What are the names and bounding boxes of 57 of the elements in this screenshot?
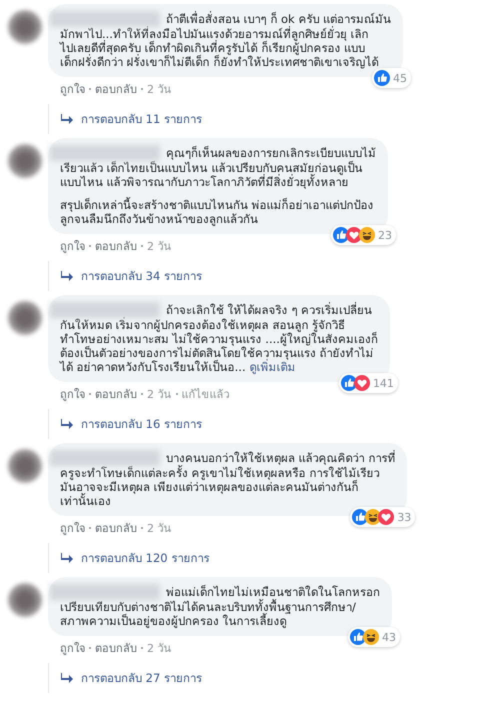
- reaction-count: 141: [372, 376, 394, 390]
- see-more-link[interactable]: ดูเพิ่มเติม: [249, 360, 296, 374]
- like-link[interactable]: ถูกใจ: [60, 237, 85, 255]
- reaction-count: 43: [382, 630, 396, 644]
- reaction-count: 45: [392, 72, 407, 84]
- reaction-count: 23: [378, 228, 392, 242]
- view-replies-link[interactable]: การตอบกลับ 16 รายการ: [61, 415, 202, 433]
- comment-text: พ่อแม่เด็กไทยไม่เหมือนชาติใดในโลกหรอก: [166, 585, 380, 599]
- reaction-badge[interactable]: 141: [338, 373, 398, 393]
- reaction-badge[interactable]: 45: [372, 68, 411, 88]
- reply-arrow-icon: [61, 271, 73, 281]
- comment-text: เปรียบเทียบกับต่างชาติไม่ได้คนละบริบททั้งพื้นฐานการศึกษา/ สภาพความเป็นอยู่ของผู้ปกครอง ในการเลี้ยงดู: [60, 600, 357, 628]
- reaction-count: 33: [397, 510, 412, 524]
- reply-arrow-icon: [61, 673, 73, 683]
- comment-text: คุณๆก็เห็นผลของการยกเลิกระเบียบแบบไม้: [166, 146, 376, 160]
- thumbs-up-icon: [340, 375, 357, 391]
- like-link[interactable]: ถูกใจ: [60, 385, 85, 403]
- timestamp[interactable]: 2 วัน: [147, 639, 172, 657]
- reaction-badge[interactable]: 43: [348, 627, 400, 647]
- reply-link[interactable]: ตอบกลับ: [95, 80, 137, 98]
- reply-link[interactable]: ตอบกลับ: [95, 639, 137, 657]
- comment-text: เรียวแล้ว เด็กไทยเป็นแบบไหน แล้วเปรียบกับคนสมัยก่อนดูเป็น แบบไหน แล้วพิจารณากับภาวะโลกาภิวัตที่มีสิ่งยั่วยุทั้งหลาย: [60, 161, 364, 189]
- timestamp[interactable]: 2 วัน: [147, 385, 172, 403]
- timestamp[interactable]: 2 วัน: [147, 80, 172, 98]
- comment-text: กันให้หมด เริ่มจากผู้ปกครองต้องใช้เหตุผล สอนลูก รู้จักวิธี ทำโทษอย่างเหมาะสม ไม่ใช้ความรุนแรง ....ผู้ใหญ่ในสังคมเองก็ ต้องเป็นตัวอย่างของการไม่ตัดสินโดยใช้ความรุนแรง ถ้ายังทำไม่ ได้ อย่าคาดหวังกับโรงเรียนให้เป็นอ... ดูเพิ่มเติม: [60, 318, 378, 374]
- like-link[interactable]: ถูกใจ: [60, 80, 85, 98]
- reply-link[interactable]: ตอบกลับ: [95, 385, 137, 403]
- laughing-face-icon: [363, 629, 379, 645]
- reply-arrow-icon: [61, 114, 73, 124]
- like-link[interactable]: ถูกใจ: [60, 519, 85, 537]
- view-replies-link[interactable]: การตอบกลับ 11 รายการ: [61, 110, 202, 128]
- view-replies-link[interactable]: การตอบกลับ 27 รายการ: [61, 669, 202, 687]
- laughing-face-icon: [359, 227, 375, 243]
- like-link[interactable]: ถูกใจ: [60, 639, 85, 657]
- reply-arrow-icon: [61, 419, 73, 429]
- reply-link[interactable]: ตอบกลับ: [95, 237, 137, 255]
- blurred-avatar: [8, 449, 42, 483]
- reply-arrow-icon: [61, 553, 73, 563]
- thumbs-up-icon: [374, 70, 390, 86]
- comment-text: ถ้าจะเลิกใช้ ให้ได้ผลจริง ๆ ควรเริ่มเปลี่ยน: [166, 303, 372, 317]
- comment-text: ถ้าตีเพื่อสั่งสอน เบาๆ ก็ ok ครับ แต่อารมณ์มัน: [166, 12, 391, 26]
- comment-text: มักพาไป...ทำให้ที่ลงมือไปมันแรงด้วยอารมณ์ที่ลูกศิษย์ยั่วยุ เลิก ไปเลยดีที่สุดครับ เด็กทำผิดเกินที่ครูรับได้ ก็เรียกผู้ปกครอง แบบ เด็กฝรั่งดีกว่า ฝรั่งเขาก็ไม่ตีเด็ก ก็ยังทำให้ประเทศชาติเขาเจริญได้: [60, 27, 380, 69]
- blurred-avatar: [8, 144, 42, 178]
- blurred-avatar: [8, 10, 42, 44]
- view-replies-link[interactable]: การตอบกลับ 34 รายการ: [61, 267, 202, 285]
- view-replies-link[interactable]: การตอบกลับ 120 รายการ: [61, 549, 210, 567]
- reply-link[interactable]: ตอบกลับ: [95, 519, 137, 537]
- timestamp[interactable]: 2 วัน: [147, 519, 172, 537]
- reaction-badge[interactable]: 23: [331, 225, 396, 245]
- reaction-badge[interactable]: 33: [350, 507, 416, 527]
- comment-text: ครูจะทำโทษเด็กแต่ละครั้ง ครูเขาไม่ใช้เหตุผลหรือ การใช้ไม้เรียว มันอาจจะมีเหตุผล เพียงแต่ว่าเหตุผลของแต่ละคนมันต่างกันก็ เท่านั้นเอง: [60, 466, 380, 508]
- edited-label: แก้ไขแล้ว: [182, 387, 230, 403]
- timestamp[interactable]: 2 วัน: [147, 237, 172, 255]
- comment-text: สรุปเด็กเหล่านี้จะสร้างชาติแบบไหนกัน พ่อแม่ก็อย่าเอาแต่ปกป้อง ลูกจนลืมนึกถึงวันข้างหน้าของลูกแล้วกัน: [60, 198, 375, 226]
- blurred-avatar: [8, 583, 42, 617]
- blurred-avatar: [8, 301, 42, 335]
- comment-text: บางคนบอกว่าให้ใช้เหตุผล แล้วคุณคิดว่า การที่: [166, 451, 396, 465]
